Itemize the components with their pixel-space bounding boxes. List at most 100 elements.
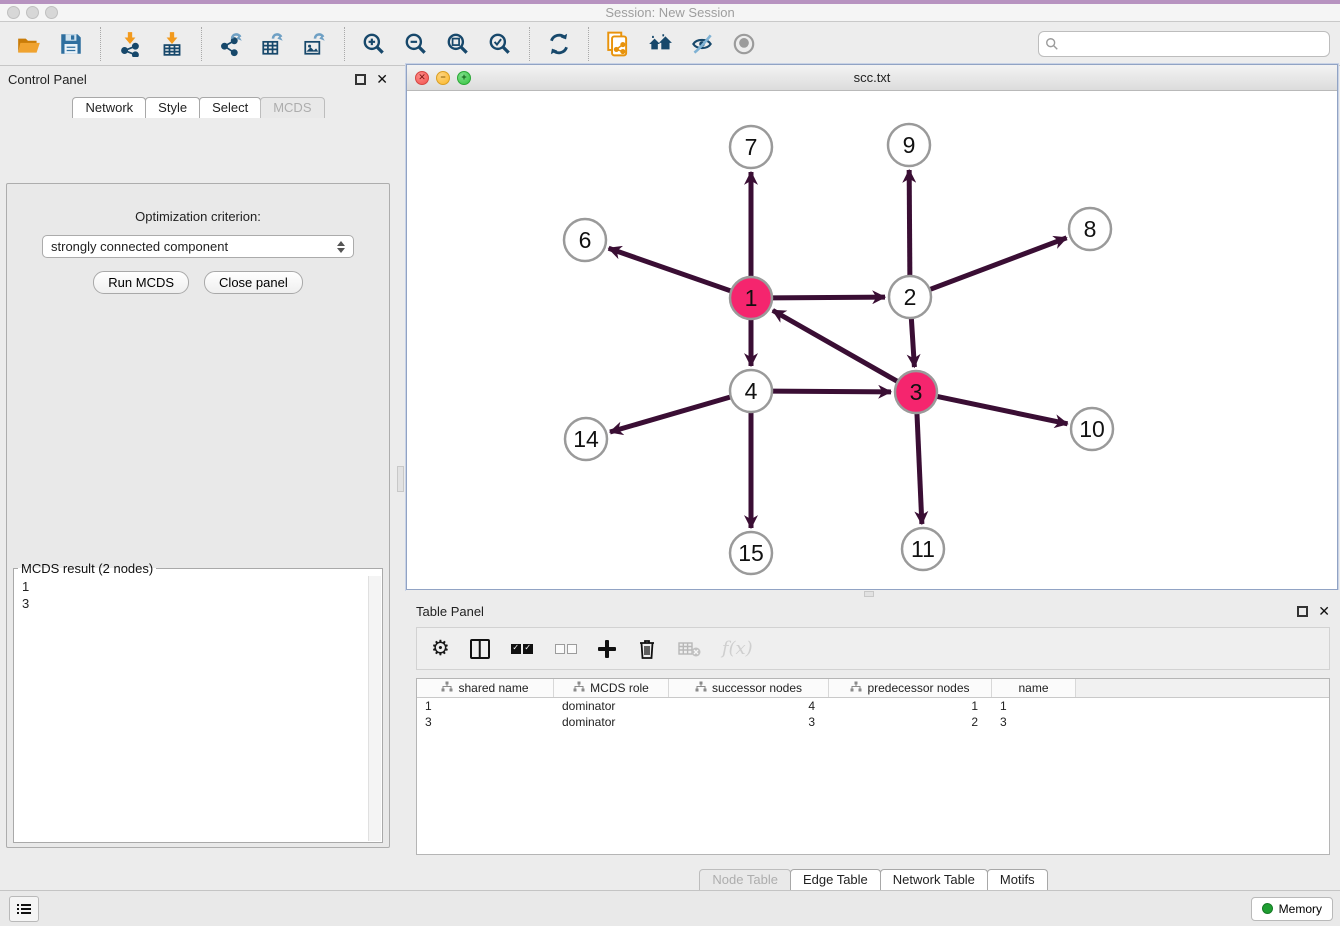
- export-table-icon[interactable]: [258, 29, 288, 59]
- horizontal-splitter[interactable]: [406, 590, 1340, 598]
- table-cell[interactable]: 1: [829, 698, 992, 714]
- table-cell[interactable]: 4: [669, 698, 829, 714]
- graph-edges[interactable]: [609, 170, 1068, 528]
- graph-edge-2-9[interactable]: [909, 170, 910, 276]
- import-network-icon[interactable]: [115, 29, 145, 59]
- column-header-label: name: [1018, 681, 1048, 695]
- optimization-select[interactable]: strongly connected component: [42, 235, 354, 258]
- network-graph-canvas[interactable]: 7 9 6 8 1 2 4 3 14 10 15 11: [407, 91, 1337, 589]
- graph-node-2[interactable]: 2: [889, 276, 931, 318]
- table-cell[interactable]: 1: [417, 698, 554, 714]
- delete-column-icon[interactable]: [636, 637, 658, 661]
- add-column-icon[interactable]: [598, 640, 616, 658]
- refresh-icon[interactable]: [544, 29, 574, 59]
- table-settings-gear-icon[interactable]: ⚙: [431, 636, 450, 661]
- search-box[interactable]: [1038, 31, 1330, 57]
- minimize-network-icon[interactable]: −: [436, 71, 450, 85]
- graph-edge-1-2[interactable]: [772, 297, 885, 298]
- float-table-panel-icon[interactable]: [1297, 606, 1308, 617]
- tab-network-table[interactable]: Network Table: [880, 869, 988, 890]
- hide-details-icon[interactable]: [687, 29, 717, 59]
- graph-edge-1-6[interactable]: [609, 248, 732, 291]
- tab-network[interactable]: Network: [72, 97, 146, 118]
- import-table-icon[interactable]: [157, 29, 187, 59]
- close-panel-button[interactable]: Close panel: [204, 271, 303, 294]
- column-type-icon: [850, 681, 862, 696]
- column-header-predecessor-nodes[interactable]: predecessor nodes: [829, 679, 992, 697]
- graph-node-7[interactable]: 7: [730, 126, 772, 168]
- graph-node-label: 3: [910, 379, 923, 405]
- close-table-panel-icon[interactable]: ✕: [1318, 603, 1330, 620]
- graph-edge-3-1[interactable]: [773, 310, 898, 381]
- run-mcds-button[interactable]: Run MCDS: [93, 271, 189, 294]
- zoom-in-icon[interactable]: [359, 29, 389, 59]
- table-cell[interactable]: dominator: [554, 698, 669, 714]
- graph-node-9[interactable]: 9: [888, 124, 930, 166]
- tab-style[interactable]: Style: [145, 97, 200, 118]
- network-window-titlebar[interactable]: scc.txt ✕ − +: [407, 65, 1337, 91]
- select-all-columns-icon[interactable]: [510, 644, 534, 654]
- close-panel-icon[interactable]: ✕: [376, 71, 388, 88]
- main-toolbar: [0, 22, 1340, 66]
- tab-motifs[interactable]: Motifs: [987, 869, 1048, 890]
- vertical-splitter[interactable]: [396, 66, 406, 890]
- zoom-selected-icon[interactable]: [485, 29, 515, 59]
- graph-node-4[interactable]: 4: [730, 370, 772, 412]
- graph-node-3[interactable]: 3: [895, 371, 937, 413]
- graph-edge-3-11[interactable]: [917, 413, 922, 524]
- maximize-network-icon[interactable]: +: [457, 71, 471, 85]
- show-columns-icon[interactable]: [470, 639, 490, 659]
- tab-mcds[interactable]: MCDS: [260, 97, 324, 118]
- task-history-button[interactable]: [9, 896, 39, 922]
- mcds-result-box: MCDS result (2 nodes) 1 3: [13, 561, 383, 843]
- result-scrollbar[interactable]: [368, 576, 381, 841]
- table-cell[interactable]: 3: [417, 714, 554, 730]
- export-image-icon[interactable]: [300, 29, 330, 59]
- save-session-icon[interactable]: [56, 29, 86, 59]
- tab-node-table[interactable]: Node Table: [699, 869, 791, 890]
- memory-button[interactable]: Memory: [1251, 897, 1333, 921]
- splitter-grip[interactable]: [864, 591, 874, 597]
- eye-icon[interactable]: [729, 29, 759, 59]
- table-cell[interactable]: 1: [992, 698, 1076, 714]
- home-icon[interactable]: [645, 29, 675, 59]
- graph-node-8[interactable]: 8: [1069, 208, 1111, 250]
- column-header-successor-nodes[interactable]: successor nodes: [669, 679, 829, 697]
- graph-edge-4-3[interactable]: [772, 391, 891, 392]
- table-cell[interactable]: dominator: [554, 714, 669, 730]
- table-cell[interactable]: 2: [829, 714, 992, 730]
- mcds-result-text[interactable]: 1 3: [15, 576, 367, 841]
- column-header-MCDS-role[interactable]: MCDS role: [554, 679, 669, 697]
- graph-edge-4-14[interactable]: [610, 397, 731, 432]
- tab-select[interactable]: Select: [199, 97, 261, 118]
- zoom-out-icon[interactable]: [401, 29, 431, 59]
- close-network-icon[interactable]: ✕: [415, 71, 429, 85]
- graph-node-11[interactable]: 11: [902, 528, 944, 570]
- titlebar: Session: New Session: [0, 0, 1340, 22]
- control-panel-title: Control Panel: [8, 72, 355, 87]
- column-header-shared-name[interactable]: shared name: [417, 679, 554, 697]
- graph-edge-2-3[interactable]: [911, 318, 914, 367]
- unselect-all-columns-icon[interactable]: [554, 644, 578, 654]
- graph-node-6[interactable]: 6: [564, 219, 606, 261]
- float-panel-icon[interactable]: [355, 74, 366, 85]
- graph-node-14[interactable]: 14: [565, 418, 607, 460]
- splitter-grip[interactable]: [397, 466, 404, 492]
- tab-edge-table[interactable]: Edge Table: [790, 869, 881, 890]
- table-cell[interactable]: 3: [669, 714, 829, 730]
- search-input[interactable]: [1059, 36, 1323, 51]
- graph-node-15[interactable]: 15: [730, 532, 772, 574]
- zoom-fit-icon[interactable]: [443, 29, 473, 59]
- table-row[interactable]: 1dominator411: [417, 698, 1329, 714]
- table-row[interactable]: 3dominator323: [417, 714, 1329, 730]
- column-type-icon: [441, 681, 453, 696]
- graph-edge-2-8[interactable]: [930, 238, 1067, 290]
- open-session-icon[interactable]: [14, 29, 44, 59]
- graph-edge-3-10[interactable]: [937, 396, 1068, 424]
- graph-node-10[interactable]: 10: [1071, 408, 1113, 450]
- table-cell[interactable]: 3: [992, 714, 1076, 730]
- clone-network-icon[interactable]: [603, 29, 633, 59]
- column-header-name[interactable]: name: [992, 679, 1076, 697]
- graph-node-1[interactable]: 1: [730, 277, 772, 319]
- export-network-icon[interactable]: [216, 29, 246, 59]
